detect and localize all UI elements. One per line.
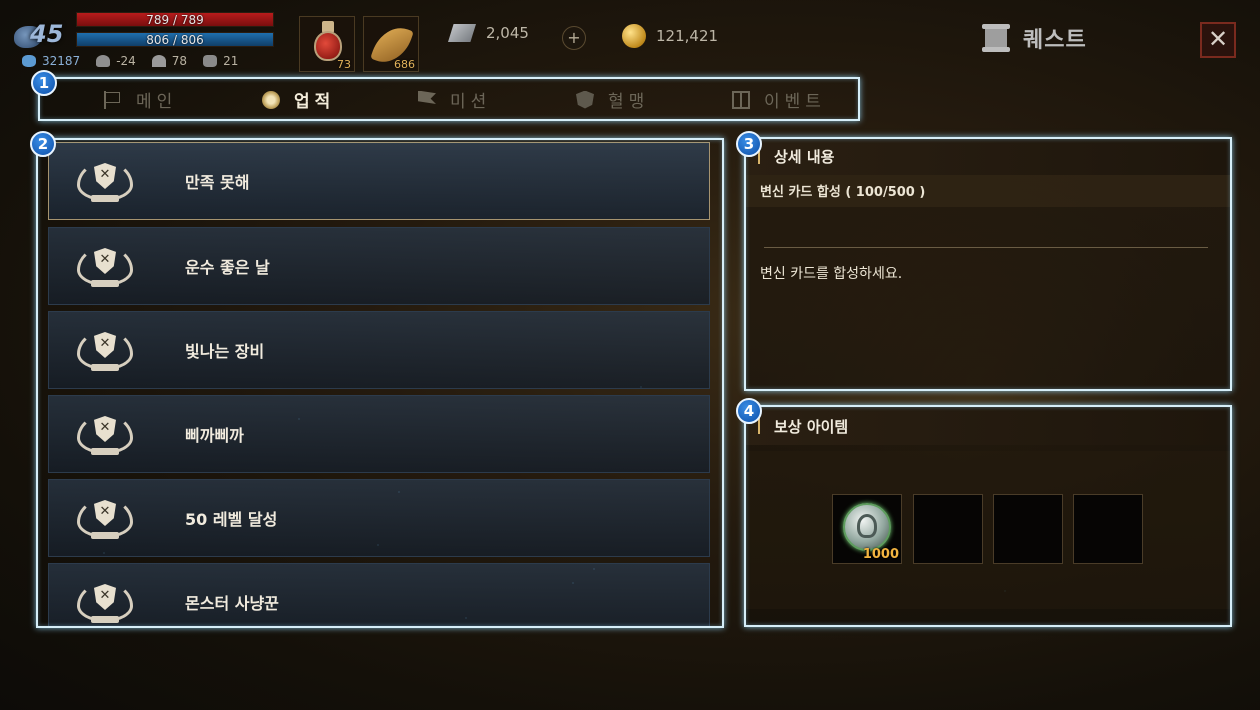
detail-highlight-frame <box>744 137 1232 391</box>
potion-count: 73 <box>337 58 351 71</box>
stat-lawful: 21 <box>203 54 238 68</box>
medal-icon <box>262 90 280 109</box>
flag-icon <box>104 90 122 109</box>
gold-currency: 121,421 <box>622 24 718 48</box>
stat-ac-value: -24 <box>116 54 136 68</box>
marker-4: 4 <box>736 398 762 424</box>
stats-row: 32187 -24 78 21 <box>22 54 254 68</box>
quick-slot-potion[interactable]: 73 <box>299 16 355 72</box>
tab-guild-label: 혈맹 <box>608 92 650 112</box>
hp-bar: 789 / 789 <box>76 12 274 27</box>
tab-event[interactable]: 이벤트 <box>732 87 826 112</box>
mask-icon <box>203 55 218 67</box>
hp-text: 789 / 789 <box>146 13 204 27</box>
scroll-icon <box>982 24 1010 52</box>
crystal-amount: 2,045 <box>486 24 529 42</box>
wizard-hat-icon <box>151 55 166 67</box>
marker-2: 2 <box>30 131 56 157</box>
level-number: 45 <box>30 20 64 48</box>
stat-mr: 78 <box>151 54 188 68</box>
add-crystal-button[interactable]: + <box>562 26 586 50</box>
crystal-currency: 2,045 <box>448 24 529 42</box>
quick-slot-leaf[interactable]: 686 <box>363 16 419 72</box>
leaf-count: 686 <box>394 58 415 71</box>
stat-lawful-value: 21 <box>223 54 239 68</box>
list-highlight-frame <box>36 138 724 628</box>
tab-guild[interactable]: 혈맹 <box>576 87 649 112</box>
stat-mr-value: 78 <box>171 54 188 68</box>
stat-power: 32187 <box>22 54 80 68</box>
crystal-icon <box>448 24 476 42</box>
quest-tabs: 메인 업적 미션 혈맹 이벤트 <box>38 77 860 121</box>
mp-text: 806 / 806 <box>146 33 204 47</box>
page-title: 퀘스트 <box>1023 28 1087 53</box>
tab-main-label: 메인 <box>136 92 178 112</box>
tab-mission[interactable]: 미션 <box>418 87 491 112</box>
tab-main[interactable]: 메인 <box>104 87 177 112</box>
top-status-bar: 45 789 / 789 806 / 806 32187 -24 78 21 7… <box>0 0 1260 74</box>
guild-shield-icon <box>576 90 594 109</box>
stat-ac: -24 <box>96 54 136 68</box>
tab-achievement[interactable]: 업적 <box>262 87 335 112</box>
feather-icon <box>22 55 36 67</box>
level-badge: 45 <box>14 8 72 50</box>
mp-bar: 806 / 806 <box>76 32 274 47</box>
gift-icon <box>732 90 750 109</box>
mission-flag-icon <box>418 90 436 104</box>
window-title: 퀘스트 <box>982 22 1087 54</box>
reward-highlight-frame <box>744 405 1232 627</box>
marker-3: 3 <box>736 131 762 157</box>
tab-event-label: 이벤트 <box>764 92 826 112</box>
helmet-icon <box>96 55 111 67</box>
gold-amount: 121,421 <box>656 27 719 45</box>
stat-power-value: 32187 <box>42 54 81 68</box>
close-button[interactable]: ✕ <box>1200 22 1236 58</box>
tab-achievement-label: 업적 <box>294 92 336 112</box>
gold-coin-icon <box>622 24 646 48</box>
marker-1: 1 <box>31 70 57 96</box>
tab-mission-label: 미션 <box>450 92 492 112</box>
potion-icon <box>314 31 342 61</box>
